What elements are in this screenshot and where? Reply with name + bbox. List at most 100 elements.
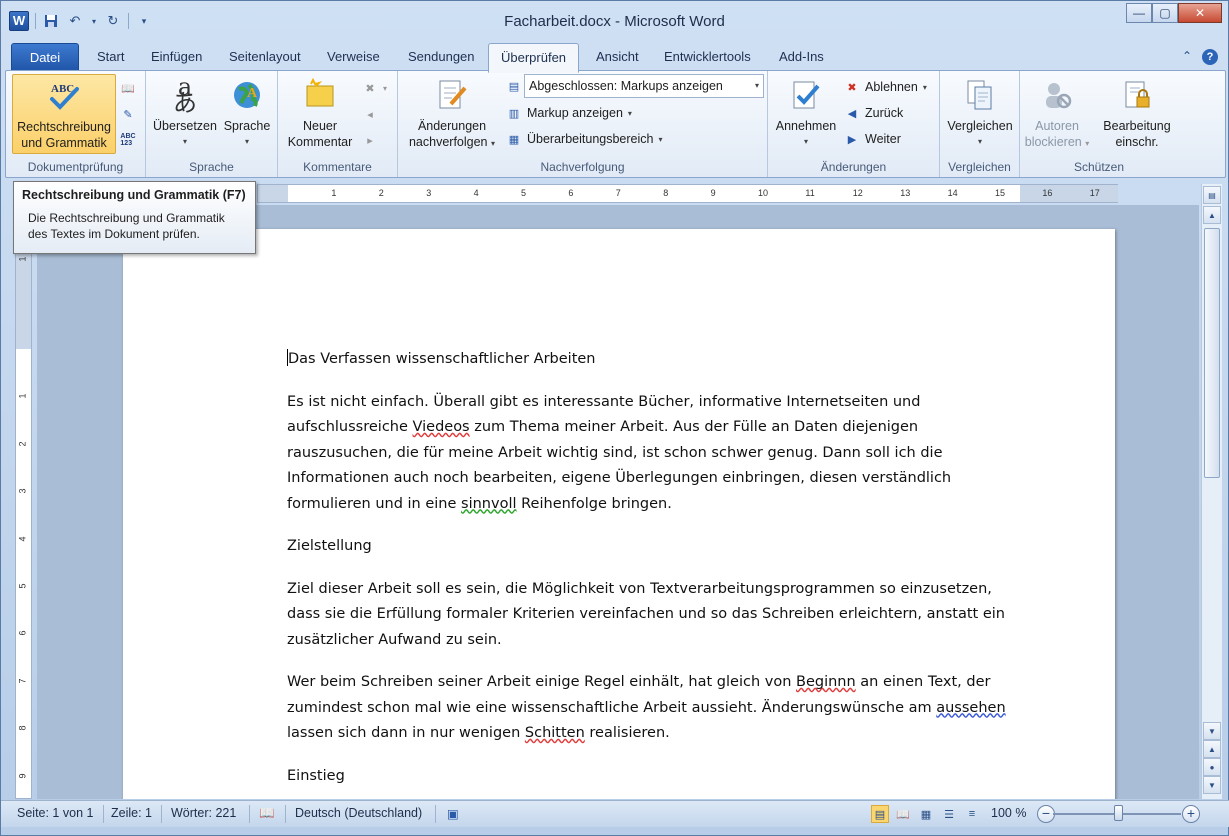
accept-button[interactable]: Annehmen ▾ bbox=[772, 74, 840, 154]
minimize-ribbon-icon[interactable]: ⌃ bbox=[1182, 49, 1192, 65]
tab-addins[interactable]: Add-Ins bbox=[767, 43, 836, 71]
tab-page-layout[interactable]: Seitenlayout bbox=[217, 43, 313, 71]
next-page-button[interactable]: ▼ bbox=[1203, 776, 1221, 794]
group-label-changes: Änderungen bbox=[820, 160, 887, 174]
reject-label: Ablehnen bbox=[865, 80, 918, 94]
block-authors-label-2: blockieren bbox=[1024, 135, 1082, 149]
tab-mailings[interactable]: Sendungen bbox=[396, 43, 487, 71]
tab-developer[interactable]: Entwicklertools bbox=[652, 43, 763, 71]
minimize-button[interactable]: — bbox=[1126, 3, 1152, 23]
outline-view-icon[interactable]: ☰ bbox=[940, 805, 958, 823]
reviewing-pane-button[interactable]: ▦ Überarbeitungsbereich ▾ bbox=[506, 128, 663, 150]
tab-references[interactable]: Verweise bbox=[315, 43, 392, 71]
tab-start[interactable]: Start bbox=[85, 43, 136, 71]
show-markup-button[interactable]: ▥ Markup anzeigen ▾ bbox=[506, 102, 632, 124]
status-words[interactable]: Wörter: 221 bbox=[171, 806, 236, 820]
document-content[interactable]: Das Verfassen wissenschaftlicher Arbeite… bbox=[287, 347, 1027, 799]
group-label-protect: Schützen bbox=[1073, 160, 1125, 174]
display-for-review-dropdown[interactable]: Abgeschlossen: Markups anzeigen ▾ bbox=[524, 74, 764, 98]
ruler-mark: 8 bbox=[663, 188, 669, 198]
tab-file[interactable]: Datei bbox=[11, 43, 79, 71]
close-button[interactable]: ✕ bbox=[1178, 3, 1222, 23]
delete-comment-button[interactable]: ✖ ▾ bbox=[362, 77, 387, 99]
translate-label: Übersetzen bbox=[153, 119, 217, 133]
group-changes: Annehmen ▾ ✖ Ablehnen ▾ ◀ Zurück ▶ Weite… bbox=[768, 71, 940, 177]
context-error[interactable]: aussehen bbox=[936, 700, 1005, 716]
zoom-in-button[interactable]: + bbox=[1182, 805, 1200, 823]
help-icon[interactable]: ? bbox=[1202, 49, 1218, 65]
previous-change-button[interactable]: ◀ Zurück bbox=[844, 102, 903, 124]
word-count-icon: ABC 123 bbox=[120, 133, 136, 147]
macro-record-icon[interactable]: ▣ bbox=[447, 806, 459, 821]
help-area: ⌃ ? bbox=[1182, 49, 1218, 65]
status-line[interactable]: Zeile: 1 bbox=[111, 806, 152, 820]
track-changes-label-2: nachverfolgen bbox=[408, 135, 488, 149]
thesaurus-button[interactable]: ✎ bbox=[120, 103, 136, 125]
tab-insert[interactable]: Einfügen bbox=[139, 43, 214, 71]
print-layout-view-icon[interactable]: ▤ bbox=[871, 805, 889, 823]
ruler-mark: 15 bbox=[995, 188, 1006, 198]
zoom-level[interactable]: 100 % bbox=[991, 806, 1026, 820]
next-change-button[interactable]: ▶ Weiter bbox=[844, 128, 901, 150]
group-tracking: Änderungen nachverfolgen ▾ ▤ Abgeschloss… bbox=[398, 71, 768, 177]
draft-view-icon[interactable]: ≡ bbox=[963, 805, 981, 823]
compare-button[interactable]: Vergleichen ▾ bbox=[944, 74, 1016, 154]
heading-einstieg: Einstieg bbox=[287, 767, 345, 784]
ruler-mark: 14 bbox=[947, 188, 958, 198]
previous-comment-button[interactable]: ◂ bbox=[362, 103, 378, 125]
block-authors-button[interactable]: Autoren blockieren ▾ bbox=[1022, 74, 1092, 154]
vertical-scrollbar[interactable]: ▤ ▲ ▼ ▲ ● ▼ bbox=[1201, 184, 1222, 799]
vertical-ruler[interactable]: 1 1 2 3 4 5 6 7 8 9 bbox=[15, 233, 32, 799]
horizontal-ruler[interactable]: 1 2 3 4 5 6 7 8 9 10 11 12 13 14 15 16 17 bbox=[257, 184, 1118, 203]
reviewing-pane-icon: ▦ bbox=[508, 133, 520, 146]
status-separator bbox=[103, 805, 104, 823]
ruler-mark: 3 bbox=[426, 188, 432, 198]
document-area[interactable]: Das Verfassen wissenschaftlicher Arbeite… bbox=[37, 205, 1199, 799]
previous-change-label: Zurück bbox=[865, 106, 904, 120]
compare-dropdown-icon: ▾ bbox=[977, 137, 982, 146]
language-button[interactable]: A Sprache ▾ bbox=[220, 74, 274, 154]
spelling-error[interactable]: Schitten bbox=[525, 725, 585, 741]
word-window: W ↶ ▾ ↻ ▾ Facharbeit.docx - Microsoft Wo… bbox=[0, 0, 1229, 836]
maximize-button[interactable]: ▢ bbox=[1152, 3, 1178, 23]
language-label: Sprache bbox=[223, 119, 271, 133]
spelling-error[interactable]: Viedeos bbox=[413, 419, 470, 435]
block-authors-dropdown-icon: ▾ bbox=[1085, 139, 1090, 148]
compare-icon bbox=[963, 78, 997, 112]
scroll-down-button[interactable]: ▼ bbox=[1203, 722, 1221, 740]
spelling-grammar-button[interactable]: ABC Rechtschreibung und Grammatik bbox=[12, 74, 116, 154]
web-layout-icon[interactable]: ▦ bbox=[917, 805, 935, 823]
scroll-up-button[interactable]: ▲ bbox=[1203, 206, 1221, 224]
group-label-proofing: Dokumentprüfung bbox=[27, 160, 124, 174]
scroll-thumb[interactable] bbox=[1204, 228, 1220, 478]
status-language[interactable]: Deutsch (Deutschland) bbox=[295, 806, 422, 820]
track-changes-button[interactable]: Änderungen nachverfolgen ▾ bbox=[402, 74, 502, 154]
previous-comment-icon: ◂ bbox=[367, 108, 373, 121]
status-separator bbox=[285, 805, 286, 823]
grammar-error[interactable]: sinnvoll bbox=[461, 496, 516, 512]
full-screen-reading-icon[interactable]: 📖 bbox=[894, 805, 912, 823]
status-bar: Seite: 1 von 1 Zeile: 1 Wörter: 221 📖 De… bbox=[1, 800, 1229, 827]
zoom-slider-knob[interactable] bbox=[1114, 805, 1123, 821]
word-count-button[interactable]: ABC 123 bbox=[120, 129, 136, 151]
new-comment-button[interactable]: Neuer Kommentar bbox=[280, 74, 360, 154]
tab-view[interactable]: Ansicht bbox=[584, 43, 651, 71]
research-button[interactable]: 📖 bbox=[120, 77, 136, 99]
proofing-status-icon[interactable]: 📖 bbox=[259, 806, 275, 821]
restrict-editing-button[interactable]: Bearbeitung einschr. bbox=[1098, 74, 1176, 154]
translate-button[interactable]: aあ Übersetzen ▾ bbox=[152, 74, 218, 154]
show-markup-label: Markup anzeigen bbox=[527, 106, 623, 120]
spelling-error[interactable]: Beginnn bbox=[796, 674, 856, 690]
view-ruler-icon[interactable]: ▤ bbox=[1203, 186, 1221, 204]
document-page[interactable]: Das Verfassen wissenschaftlicher Arbeite… bbox=[123, 229, 1115, 799]
block-authors-label-1: Autoren bbox=[1035, 119, 1079, 133]
previous-page-button[interactable]: ▲ bbox=[1203, 740, 1221, 758]
reject-button[interactable]: ✖ Ablehnen ▾ bbox=[844, 76, 926, 98]
status-page[interactable]: Seite: 1 von 1 bbox=[17, 806, 93, 820]
browse-object-button[interactable]: ● bbox=[1203, 758, 1221, 776]
ruler-mark: 16 bbox=[1042, 188, 1053, 198]
next-comment-button[interactable]: ▸ bbox=[362, 129, 378, 151]
delete-comment-icon: ✖ bbox=[365, 82, 375, 95]
display-review-icon-wrap: ▤ bbox=[506, 75, 522, 97]
tab-review[interactable]: Überprüfen bbox=[488, 43, 580, 73]
